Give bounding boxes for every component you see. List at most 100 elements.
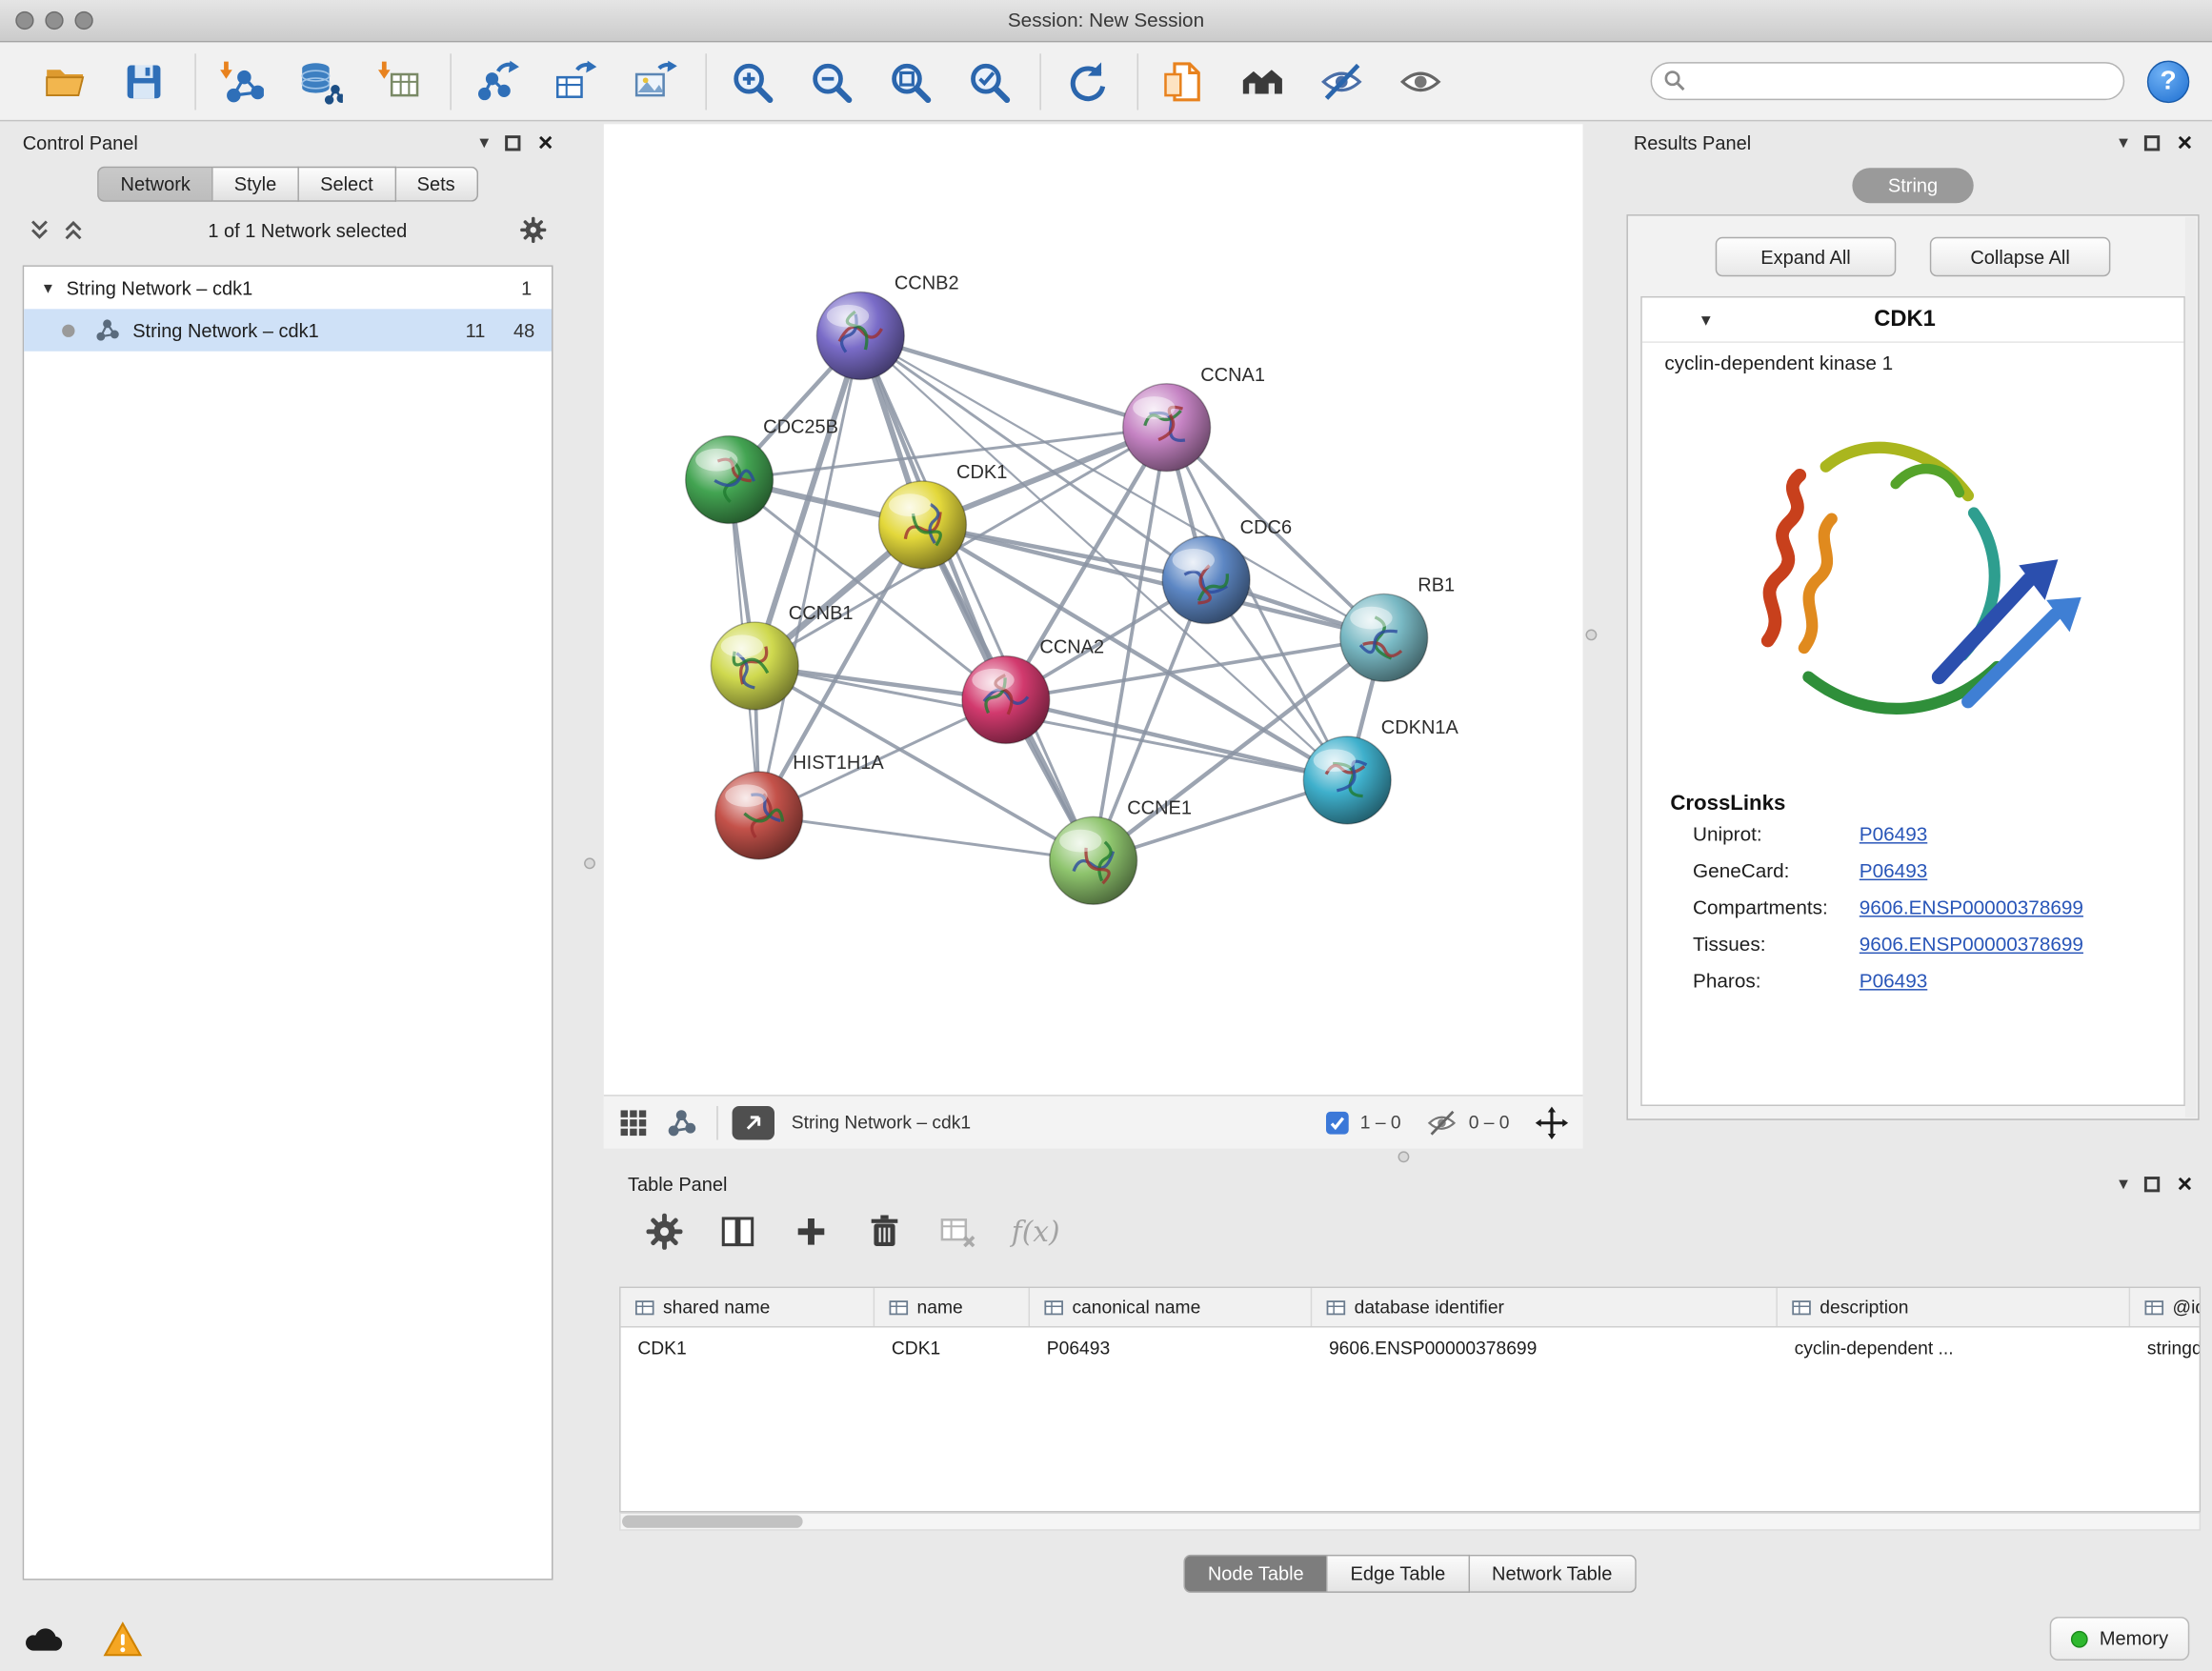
network-row[interactable]: String Network – cdk1 11 48 bbox=[24, 309, 552, 351]
network-edge[interactable] bbox=[1006, 700, 1347, 780]
node-label: CDK1 bbox=[956, 462, 1007, 483]
crosslink-label: Pharos: bbox=[1693, 969, 1860, 992]
network-node-CDC25B[interactable] bbox=[686, 436, 774, 524]
tab-node-table[interactable]: Node Table bbox=[1184, 1555, 1328, 1593]
network-node-CCNB1[interactable] bbox=[711, 622, 798, 710]
network-node-CCNA2[interactable] bbox=[962, 656, 1050, 744]
hide-unhide-button[interactable] bbox=[1311, 50, 1373, 112]
table-row[interactable]: CDK1CDK1P064939606.ENSP00000378699cyclin… bbox=[621, 1327, 2200, 1366]
column-header[interactable]: @id bbox=[2130, 1288, 2201, 1326]
table-body: CDK1CDK1P064939606.ENSP00000378699cyclin… bbox=[621, 1327, 2200, 1366]
panel-collapse-icon[interactable]: ▾ bbox=[2119, 1173, 2128, 1196]
tab-select[interactable]: Select bbox=[299, 167, 395, 202]
zoom-fit-button[interactable] bbox=[879, 50, 941, 112]
help-button[interactable]: ? bbox=[2147, 60, 2189, 102]
network-canvas[interactable]: CCNB2CCNA1CDC25BCDK1CDC6RB1CCNB1CCNA2CDK… bbox=[604, 124, 1583, 1095]
network-edge[interactable] bbox=[860, 335, 1166, 427]
network-edge[interactable] bbox=[759, 815, 1094, 860]
open-session-button[interactable] bbox=[34, 50, 96, 112]
network-node-RB1[interactable] bbox=[1340, 594, 1428, 681]
network-node-CDC6[interactable] bbox=[1162, 536, 1250, 624]
network-view[interactable]: CCNB2CCNA1CDC25BCDK1CDC6RB1CCNB1CCNA2CDK… bbox=[604, 124, 1583, 1148]
column-header[interactable]: canonical name bbox=[1030, 1288, 1312, 1326]
panel-float-icon[interactable] bbox=[2145, 134, 2161, 150]
search-input[interactable] bbox=[1651, 62, 2125, 100]
crosslink-value-link[interactable]: P06493 bbox=[1860, 822, 1927, 845]
tab-style[interactable]: Style bbox=[213, 167, 299, 202]
selected-checkbox-icon[interactable] bbox=[1326, 1111, 1349, 1134]
collection-expand-icon[interactable]: ▾ bbox=[44, 278, 52, 298]
memory-button[interactable]: Memory bbox=[2050, 1617, 2189, 1661]
panel-close-icon[interactable]: × bbox=[2178, 134, 2193, 150]
tab-edge-table[interactable]: Edge Table bbox=[1328, 1555, 1470, 1593]
import-network-from-database-button[interactable] bbox=[290, 50, 352, 112]
export-network-button[interactable] bbox=[466, 50, 528, 112]
scrollbar-thumb[interactable] bbox=[622, 1515, 803, 1527]
crosslink-value-link[interactable]: P06493 bbox=[1860, 859, 1927, 882]
panel-float-icon[interactable] bbox=[2145, 1176, 2161, 1191]
import-table-button[interactable] bbox=[369, 50, 431, 112]
panel-close-icon[interactable]: × bbox=[2178, 1176, 2193, 1191]
results-scrollbar[interactable] bbox=[2185, 217, 2197, 1117]
results-panel: Results Panel ▾ × String Expand All Coll… bbox=[1622, 124, 2203, 1128]
network-collection-row[interactable]: ▾ String Network – cdk1 1 bbox=[24, 267, 552, 309]
show-graphics-details-button[interactable] bbox=[1390, 50, 1452, 112]
splitter-handle[interactable] bbox=[1585, 629, 1597, 640]
results-panel-title: Results Panel bbox=[1634, 131, 1751, 152]
column-header[interactable]: shared name bbox=[621, 1288, 875, 1326]
panel-float-icon[interactable] bbox=[506, 134, 521, 150]
zoom-in-button[interactable] bbox=[721, 50, 783, 112]
string-tab-badge[interactable]: String bbox=[1852, 168, 1973, 203]
delete-column-icon[interactable] bbox=[865, 1212, 904, 1251]
network-edge[interactable] bbox=[860, 335, 1093, 860]
table-hscrollbar[interactable] bbox=[619, 1512, 2201, 1530]
splitter-handle[interactable] bbox=[1398, 1151, 1410, 1162]
table-options-gear-icon[interactable] bbox=[645, 1212, 684, 1251]
crosslink-value-link[interactable]: 9606.ENSP00000378699 bbox=[1860, 896, 2083, 918]
network-selection-status: 1 of 1 Network selected bbox=[96, 219, 519, 240]
export-image-button[interactable] bbox=[624, 50, 686, 112]
export-table-button[interactable] bbox=[545, 50, 607, 112]
panel-collapse-icon[interactable]: ▾ bbox=[2119, 131, 2128, 154]
pan-crosshair-icon[interactable] bbox=[1535, 1105, 1569, 1139]
entry-collapse-icon[interactable]: ▾ bbox=[1701, 309, 1711, 332]
network-node-CCNB2[interactable] bbox=[816, 292, 904, 380]
birds-eye-view-button[interactable] bbox=[733, 1105, 774, 1139]
network-node-CDK1[interactable] bbox=[879, 481, 967, 569]
add-column-icon[interactable] bbox=[792, 1212, 831, 1251]
refresh-view-button[interactable] bbox=[1056, 50, 1117, 112]
network-share-icon[interactable] bbox=[666, 1107, 697, 1138]
crosslink-value-link[interactable]: P06493 bbox=[1860, 969, 1927, 992]
collapse-all-button[interactable]: Collapse All bbox=[1930, 237, 2111, 276]
column-header[interactable]: database identifier bbox=[1312, 1288, 1778, 1326]
collapse-all-icon[interactable] bbox=[29, 219, 51, 242]
string-homes-button[interactable] bbox=[1232, 50, 1294, 112]
network-node-HIST1H1A[interactable] bbox=[715, 772, 803, 859]
tab-network[interactable]: Network bbox=[98, 167, 213, 202]
splitter-handle[interactable] bbox=[584, 857, 595, 869]
expand-all-icon[interactable] bbox=[62, 219, 85, 242]
save-session-button[interactable] bbox=[112, 50, 174, 112]
network-node-CDKN1A[interactable] bbox=[1303, 736, 1391, 824]
zoom-out-button[interactable] bbox=[800, 50, 862, 112]
network-edge[interactable] bbox=[759, 335, 861, 815]
panel-collapse-icon[interactable]: ▾ bbox=[479, 131, 489, 154]
expand-all-button[interactable]: Expand All bbox=[1716, 237, 1897, 276]
network-options-gear-icon[interactable] bbox=[519, 216, 548, 245]
column-header[interactable]: name bbox=[875, 1288, 1030, 1326]
crosslink-value-link[interactable]: 9606.ENSP00000378699 bbox=[1860, 933, 2083, 956]
automation-document-button[interactable] bbox=[1153, 50, 1215, 112]
show-columns-icon[interactable] bbox=[718, 1212, 757, 1251]
grid-view-icon[interactable] bbox=[618, 1107, 650, 1138]
warnings-button[interactable] bbox=[99, 1619, 147, 1661]
hidden-eye-slash-icon[interactable] bbox=[1426, 1107, 1458, 1138]
network-node-CCNE1[interactable] bbox=[1050, 816, 1137, 904]
column-header[interactable]: description bbox=[1778, 1288, 2130, 1326]
cloud-status-button[interactable] bbox=[20, 1619, 68, 1661]
network-node-CCNA1[interactable] bbox=[1123, 384, 1211, 472]
tab-network-table[interactable]: Network Table bbox=[1469, 1555, 1636, 1593]
import-network-from-file-button[interactable] bbox=[211, 50, 272, 112]
panel-close-icon[interactable]: × bbox=[538, 134, 553, 150]
zoom-selected-button[interactable] bbox=[958, 50, 1020, 112]
tab-sets[interactable]: Sets bbox=[395, 167, 477, 202]
